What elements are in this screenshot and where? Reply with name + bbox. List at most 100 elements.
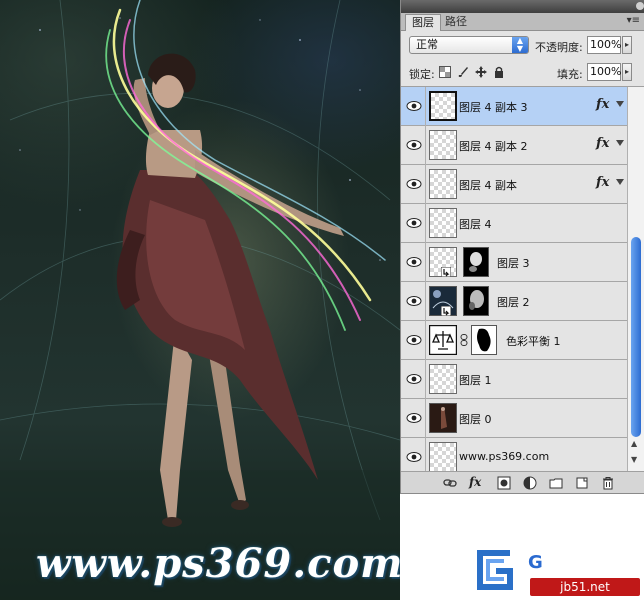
lock-label: 锁定: [409,68,435,81]
eye-icon[interactable] [406,372,422,386]
eye-icon[interactable] [406,216,422,230]
divider [425,360,426,399]
divider [425,204,426,243]
layer-name: 图层 1 [459,374,492,387]
site-logo-sub: jb51.net [530,578,640,596]
new-layer-icon[interactable] [575,476,589,490]
panel-bottom-toolbar: fx [401,471,644,493]
layer-name: 图层 4 副本 [459,179,517,192]
fill-input[interactable]: 100% [587,63,621,81]
layer-name: www.ps369.com [459,450,550,463]
layer-thumbnail[interactable] [429,208,457,238]
new-adjustment-layer-icon[interactable] [523,476,537,490]
eye-icon[interactable] [406,411,422,425]
scroll-up-icon[interactable]: ▲ [631,439,637,448]
screenshot-root: www.ps369.com 图层 路径 ▾≡ 正常 ▲ ▼ 不透明度: 100% … [0,0,644,600]
divider [425,282,426,321]
layer-row[interactable]: 图层 4 副本 2 fx [401,126,627,165]
updown-arrow-icon[interactable]: ▲ ▼ [512,37,528,53]
blend-mode-value: 正常 [416,38,438,51]
clipping-arrow-icon [441,306,451,316]
add-mask-icon[interactable] [497,476,511,490]
lock-position-move-icon[interactable] [475,66,487,78]
layer-mask-thumbnail[interactable] [471,325,497,355]
blend-row: 正常 ▲ ▼ 不透明度: 100% ▸ [401,31,644,59]
divider [425,399,426,438]
fx-icon[interactable]: fx [596,97,609,112]
layer-row[interactable]: 图层 4 副本 3 fx [401,87,627,126]
eye-icon[interactable] [406,294,422,308]
delete-layer-trash-icon[interactable] [601,476,615,490]
link-layers-icon[interactable] [443,476,457,490]
site-logo-icon [477,550,513,590]
layer-thumbnail[interactable] [429,403,457,433]
blend-mode-select[interactable]: 正常 ▲ ▼ [409,36,529,54]
layer-mask-thumbnail[interactable] [463,247,489,277]
layer-row[interactable]: 图层 3 [401,243,627,282]
tab-paths[interactable]: 路径 [439,14,473,31]
layer-row[interactable]: 图层 2 [401,282,627,321]
layer-thumbnail[interactable] [429,169,457,199]
layers-panel: 图层 路径 ▾≡ 正常 ▲ ▼ 不透明度: 100% ▸ 锁定: 填充: 100… [400,0,644,494]
eye-icon[interactable] [406,177,422,191]
lock-all-icon[interactable] [493,66,505,78]
layer-thumbnail[interactable] [429,364,457,394]
lock-pixels-brush-icon[interactable] [457,66,469,78]
lock-row: 锁定: 填充: 100% ▸ [401,59,644,87]
divider [425,87,426,126]
opacity-dropdown-icon[interactable]: ▸ [622,36,632,54]
divider [425,321,426,360]
eye-icon[interactable] [406,450,422,464]
tab-layers[interactable]: 图层 [405,14,441,31]
expand-effects-icon[interactable] [616,101,624,107]
layer-list: 图层 4 副本 3 fx 图层 4 副本 2 fx 图层 4 副本 fx 图层 … [401,87,627,477]
fill-label: 填充: [557,68,583,81]
fx-icon[interactable]: fx [596,136,609,151]
layer-name: 图层 3 [497,257,530,270]
artwork-canvas[interactable]: www.ps369.com [0,0,400,600]
watermark-text: www.ps369.com [36,540,400,587]
layer-row[interactable]: 色彩平衡 1 [401,321,627,360]
layer-mask-thumbnail[interactable] [463,286,489,316]
divider [425,165,426,204]
layer-thumbnail[interactable] [429,91,457,121]
eye-icon[interactable] [406,99,422,113]
layer-thumbnail[interactable] [429,130,457,160]
artwork-illustration [0,0,400,600]
opacity-label: 不透明度: [535,41,583,54]
layer-name: 图层 4 副本 3 [459,101,528,114]
layer-row[interactable]: 图层 4 [401,204,627,243]
layer-row[interactable]: 图层 1 [401,360,627,399]
fx-icon[interactable]: fx [596,175,609,190]
expand-effects-icon[interactable] [616,179,624,185]
layer-thumbnail[interactable] [429,442,457,472]
layer-name: 图层 0 [459,413,492,426]
divider [425,243,426,282]
clipping-arrow-icon [441,267,451,277]
opacity-input[interactable]: 100% [587,36,621,54]
layer-name: 图层 4 副本 2 [459,140,528,153]
layer-name: 图层 4 [459,218,492,231]
layer-row[interactable]: 图层 4 副本 fx [401,165,627,204]
layer-name: 色彩平衡 1 [506,335,561,348]
eye-icon[interactable] [406,255,422,269]
eye-icon[interactable] [406,333,422,347]
expand-effects-icon[interactable] [616,140,624,146]
scroll-thumb[interactable] [631,237,641,437]
scroll-down-icon[interactable]: ▼ [631,455,637,464]
divider [425,126,426,165]
eye-icon[interactable] [406,138,422,152]
layer-name: 图层 2 [497,296,530,309]
panel-menu-icon[interactable]: ▾≡ [627,15,640,26]
panel-title-bar[interactable] [401,0,644,13]
panel-tabs: 图层 路径 ▾≡ [401,13,644,31]
layer-row[interactable]: 图层 0 [401,399,627,438]
fill-dropdown-icon[interactable]: ▸ [622,63,632,81]
new-group-folder-icon[interactable] [549,476,563,490]
layer-list-scrollbar[interactable]: ▲ ▼ [627,87,644,471]
close-icon[interactable] [636,2,644,10]
add-layer-style-icon[interactable]: fx [469,475,481,489]
lock-transparency-icon[interactable] [439,66,451,78]
chain-link-icon[interactable] [460,334,468,346]
color-balance-adjustment-icon[interactable] [429,325,457,355]
